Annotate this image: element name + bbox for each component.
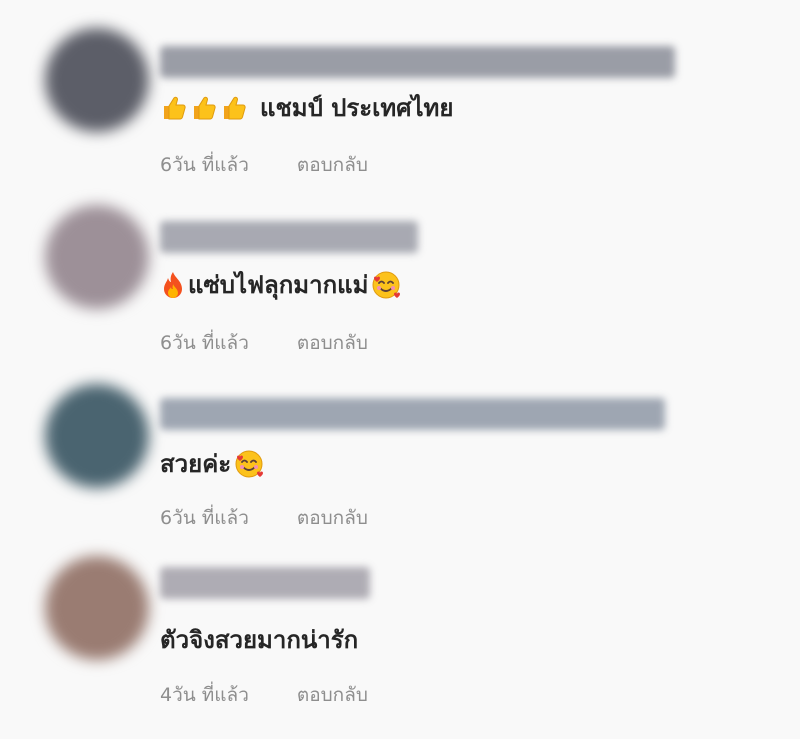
username[interactable] — [160, 46, 675, 78]
avatar[interactable] — [45, 28, 149, 132]
smiling-face-with-hearts-icon — [233, 448, 265, 480]
reply-button[interactable]: ตอบกลับ — [297, 680, 368, 710]
thumbs-up-icon — [160, 94, 188, 122]
comment-timestamp: 6วัน ที่แล้ว — [160, 154, 249, 176]
comment-meta: 6วัน ที่แล้ว ตอบกลับ — [160, 150, 368, 180]
comment-body: แชมป์ ประเทศไทย — [160, 88, 453, 127]
comment-item: สวยค่ะ 6วัน ที่แล้ว ตอบกลับ — [0, 360, 800, 540]
comment-text: แซ่บไฟลุกมากแม่ — [188, 271, 369, 299]
avatar[interactable] — [45, 384, 149, 488]
fire-icon — [160, 270, 186, 300]
comment-item: ตัวจิงสวยมากน่ารัก 4วัน ที่แล้ว ตอบกลับ — [0, 540, 800, 720]
comment-timestamp: 6วัน ที่แล้ว — [160, 332, 249, 354]
comment-timestamp: 4วัน ที่แล้ว — [160, 684, 249, 706]
comment-body: ตัวจิงสวยมากน่ารัก — [160, 620, 358, 659]
comment-body: สวยค่ะ — [160, 444, 265, 483]
reply-button[interactable]: ตอบกลับ — [297, 328, 368, 358]
username[interactable] — [160, 567, 370, 599]
avatar[interactable] — [45, 556, 149, 660]
thumbs-up-icon — [190, 94, 218, 122]
comment-item: แซ่บไฟลุกมากแม่ 6วัน ที่แล้ว ตอบกลับ — [0, 180, 800, 360]
username[interactable] — [160, 221, 418, 253]
comment-meta: 6วัน ที่แล้ว ตอบกลับ — [160, 503, 368, 533]
reply-button[interactable]: ตอบกลับ — [297, 150, 368, 180]
comment-timestamp: 6วัน ที่แล้ว — [160, 507, 249, 529]
reply-button[interactable]: ตอบกลับ — [297, 503, 368, 533]
comment-text: แชมป์ ประเทศไทย — [260, 94, 454, 122]
comment-text: สวยค่ะ — [160, 450, 232, 478]
avatar[interactable] — [45, 205, 149, 309]
thumbs-up-icon — [220, 94, 248, 122]
comment-text: ตัวจิงสวยมากน่ารัก — [160, 626, 359, 654]
comment-item: แชมป์ ประเทศไทย 6วัน ที่แล้ว ตอบกลับ — [0, 0, 800, 180]
smiling-face-with-hearts-icon — [370, 269, 402, 301]
username[interactable] — [160, 398, 665, 430]
comment-meta: 4วัน ที่แล้ว ตอบกลับ — [160, 680, 368, 710]
comment-meta: 6วัน ที่แล้ว ตอบกลับ — [160, 328, 368, 358]
comment-body: แซ่บไฟลุกมากแม่ — [160, 265, 402, 304]
